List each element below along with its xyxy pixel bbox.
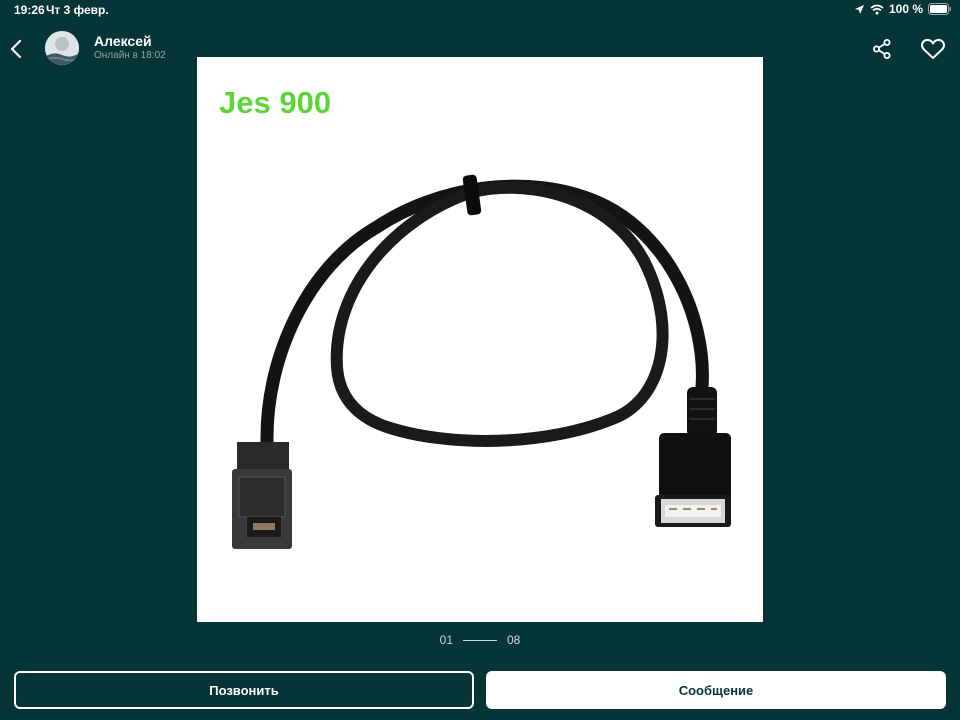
location-arrow-icon (854, 4, 865, 15)
pager-total: 08 (507, 633, 521, 647)
usb-cable-image (232, 174, 731, 549)
pager-current: 01 (439, 633, 453, 647)
wifi-icon (870, 4, 884, 15)
status-bar: 19:26 Чт 3 февр. 100 % (0, 0, 960, 20)
status-time: 19:26 (14, 3, 45, 17)
status-right: 100 % (854, 2, 952, 16)
pager-divider (463, 639, 497, 641)
user-online-status: Онлайн в 18:02 (94, 50, 166, 61)
back-button[interactable] (4, 34, 28, 64)
heart-icon (920, 38, 946, 65)
share-icon (870, 39, 894, 65)
call-button[interactable]: Позвонить (14, 671, 474, 709)
message-button[interactable]: Сообщение (486, 671, 946, 709)
gallery-pager: 01 08 (0, 632, 960, 648)
battery-icon (928, 3, 952, 15)
back-arrow-icon (4, 39, 28, 68)
avatar[interactable] (45, 31, 79, 65)
favorite-button[interactable] (920, 37, 946, 61)
battery-percent: 100 % (888, 2, 923, 16)
user-name[interactable]: Алексей (94, 33, 152, 49)
share-button[interactable] (870, 37, 894, 61)
product-photo[interactable]: Jes 900 (197, 57, 763, 622)
status-date: Чт 3 февр. (46, 3, 109, 17)
